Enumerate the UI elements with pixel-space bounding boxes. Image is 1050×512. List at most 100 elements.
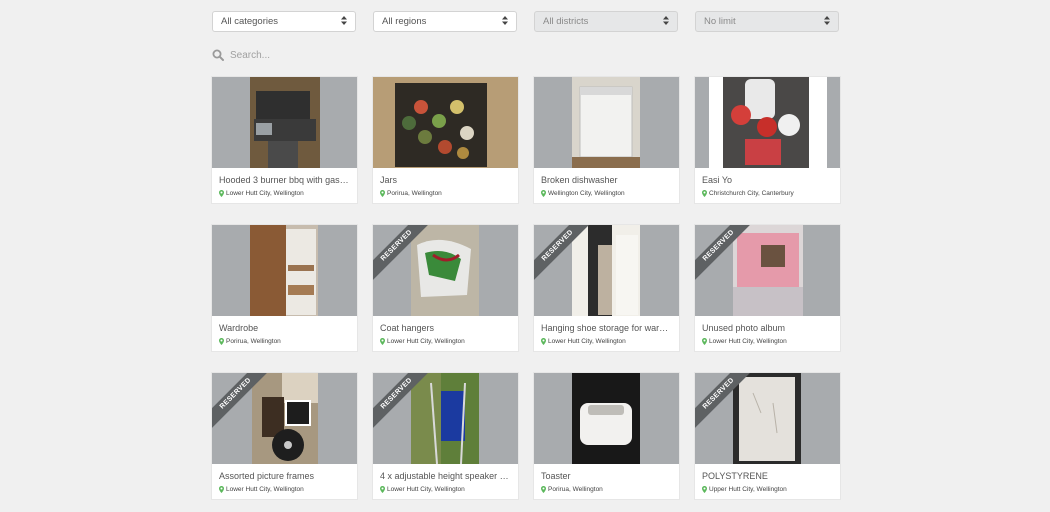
- listing-location: Lower Hutt City, Wellington: [380, 338, 518, 345]
- listing-card[interactable]: RESERVED Coat hangers Lower Hutt City, Wel…: [373, 225, 518, 351]
- listing-image[interactable]: [373, 77, 518, 168]
- listing-photo: [373, 77, 518, 168]
- listing-card[interactable]: Easi Yo Christchurch City, Canterbury: [695, 77, 840, 203]
- listing-title[interactable]: Toaster: [541, 471, 673, 481]
- listing-card[interactable]: Wardrobe Porirua, Wellington: [212, 225, 357, 351]
- filter-bar: All categories All regions All districts…: [212, 11, 839, 32]
- listing-card[interactable]: Jars Porirua, Wellington: [373, 77, 518, 203]
- listing-photo: [733, 373, 801, 464]
- listing-photo: [250, 225, 318, 316]
- listing-image[interactable]: RESERVED: [212, 373, 357, 464]
- listing-photo: [733, 225, 803, 316]
- listing-location-text: Lower Hutt City, Wellington: [226, 486, 304, 493]
- listing-location: Lower Hutt City, Wellington: [380, 486, 518, 493]
- category-select-value: All categories: [221, 16, 279, 27]
- listing-location-text: Lower Hutt City, Wellington: [548, 338, 626, 345]
- map-pin-icon: [541, 486, 546, 493]
- listing-photo: [411, 373, 479, 464]
- search-icon: [212, 49, 224, 61]
- listing-title[interactable]: Broken dishwasher: [541, 175, 673, 185]
- listing-card[interactable]: RESERVED POLYSTYRENE Upper Hutt City, Well…: [695, 373, 840, 499]
- region-select[interactable]: All regions: [373, 11, 517, 32]
- listing-location: Wellington City, Wellington: [541, 190, 679, 197]
- listing-photo: [572, 373, 640, 464]
- listing-title[interactable]: Wardrobe: [219, 323, 351, 333]
- listing-image[interactable]: RESERVED: [695, 225, 840, 316]
- listing-location-text: Porirua, Wellington: [548, 486, 603, 493]
- listing-card[interactable]: Broken dishwasher Wellington City, Wellin…: [534, 77, 679, 203]
- select-caret-icon: [341, 16, 347, 27]
- limit-select-value: No limit: [704, 16, 736, 27]
- listing-location: Lower Hutt City, Wellington: [702, 338, 840, 345]
- listing-card[interactable]: RESERVED Assorted picture frames Lower Hut…: [212, 373, 357, 499]
- select-caret-icon: [663, 16, 669, 27]
- search-input[interactable]: [230, 49, 490, 61]
- limit-select[interactable]: No limit: [695, 11, 839, 32]
- listing-photo: [709, 77, 827, 168]
- map-pin-icon: [702, 190, 707, 197]
- listing-location-text: Lower Hutt City, Wellington: [387, 338, 465, 345]
- listing-title[interactable]: Jars: [380, 175, 512, 185]
- map-pin-icon: [702, 338, 707, 345]
- listing-image[interactable]: RESERVED: [534, 225, 679, 316]
- listing-title[interactable]: Hooded 3 burner bbq with gas b...: [219, 175, 351, 185]
- listing-image[interactable]: [534, 77, 679, 168]
- listing-card[interactable]: Hooded 3 burner bbq with gas b... Lower H…: [212, 77, 357, 203]
- map-pin-icon: [380, 190, 385, 197]
- district-select[interactable]: All districts: [534, 11, 678, 32]
- listing-photo: [572, 77, 640, 168]
- listing-location-text: Lower Hutt City, Wellington: [709, 338, 787, 345]
- listing-location: Porirua, Wellington: [541, 486, 679, 493]
- map-pin-icon: [219, 486, 224, 493]
- listing-location-text: Lower Hutt City, Wellington: [387, 486, 465, 493]
- category-select[interactable]: All categories: [212, 11, 356, 32]
- listing-card[interactable]: RESERVED 4 x adjustable height speaker st…: [373, 373, 518, 499]
- listing-location: Porirua, Wellington: [219, 338, 357, 345]
- listing-image[interactable]: [212, 225, 357, 316]
- listing-location: Lower Hutt City, Wellington: [219, 486, 357, 493]
- listing-location-text: Upper Hutt City, Wellington: [709, 486, 787, 493]
- district-select-value: All districts: [543, 16, 589, 27]
- listing-card[interactable]: RESERVED Hanging shoe storage for wardr..…: [534, 225, 679, 351]
- listing-image[interactable]: RESERVED: [695, 373, 840, 464]
- map-pin-icon: [380, 486, 385, 493]
- listing-location: Upper Hutt City, Wellington: [702, 486, 840, 493]
- map-pin-icon: [541, 190, 546, 197]
- listing-location: Christchurch City, Canterbury: [702, 190, 840, 197]
- listing-image[interactable]: [212, 77, 357, 168]
- region-select-value: All regions: [382, 16, 427, 27]
- map-pin-icon: [380, 338, 385, 345]
- listing-title[interactable]: Easi Yo: [702, 175, 834, 185]
- listing-location-text: Christchurch City, Canterbury: [709, 190, 794, 197]
- listing-location-text: Porirua, Wellington: [387, 190, 442, 197]
- listing-photo: [411, 225, 479, 316]
- listing-title[interactable]: Coat hangers: [380, 323, 512, 333]
- listing-location: Lower Hutt City, Wellington: [219, 190, 357, 197]
- listing-card[interactable]: RESERVED Unused photo album Lower Hutt Cit…: [695, 225, 840, 351]
- listing-photo: [250, 77, 320, 168]
- map-pin-icon: [702, 486, 707, 493]
- listing-title[interactable]: Hanging shoe storage for wardr...: [541, 323, 673, 333]
- listing-image[interactable]: RESERVED: [373, 373, 518, 464]
- search-bar: [212, 46, 512, 64]
- select-caret-icon: [502, 16, 508, 27]
- listing-location: Lower Hutt City, Wellington: [541, 338, 679, 345]
- listing-grid: Hooded 3 burner bbq with gas b... Lower H…: [212, 77, 840, 499]
- listing-title[interactable]: Assorted picture frames: [219, 471, 351, 481]
- listing-photo: [252, 373, 318, 464]
- listing-title[interactable]: 4 x adjustable height speaker st...: [380, 471, 512, 481]
- listing-title[interactable]: Unused photo album: [702, 323, 834, 333]
- map-pin-icon: [219, 190, 224, 197]
- select-caret-icon: [824, 16, 830, 27]
- listing-image[interactable]: [695, 77, 840, 168]
- map-pin-icon: [219, 338, 224, 345]
- listing-image[interactable]: RESERVED: [373, 225, 518, 316]
- listing-location-text: Lower Hutt City, Wellington: [226, 190, 304, 197]
- map-pin-icon: [541, 338, 546, 345]
- listing-image[interactable]: [534, 373, 679, 464]
- listing-location-text: Porirua, Wellington: [226, 338, 281, 345]
- listing-card[interactable]: Toaster Porirua, Wellington: [534, 373, 679, 499]
- listing-title[interactable]: POLYSTYRENE: [702, 471, 834, 481]
- listing-photo: [572, 225, 640, 316]
- listing-location: Porirua, Wellington: [380, 190, 518, 197]
